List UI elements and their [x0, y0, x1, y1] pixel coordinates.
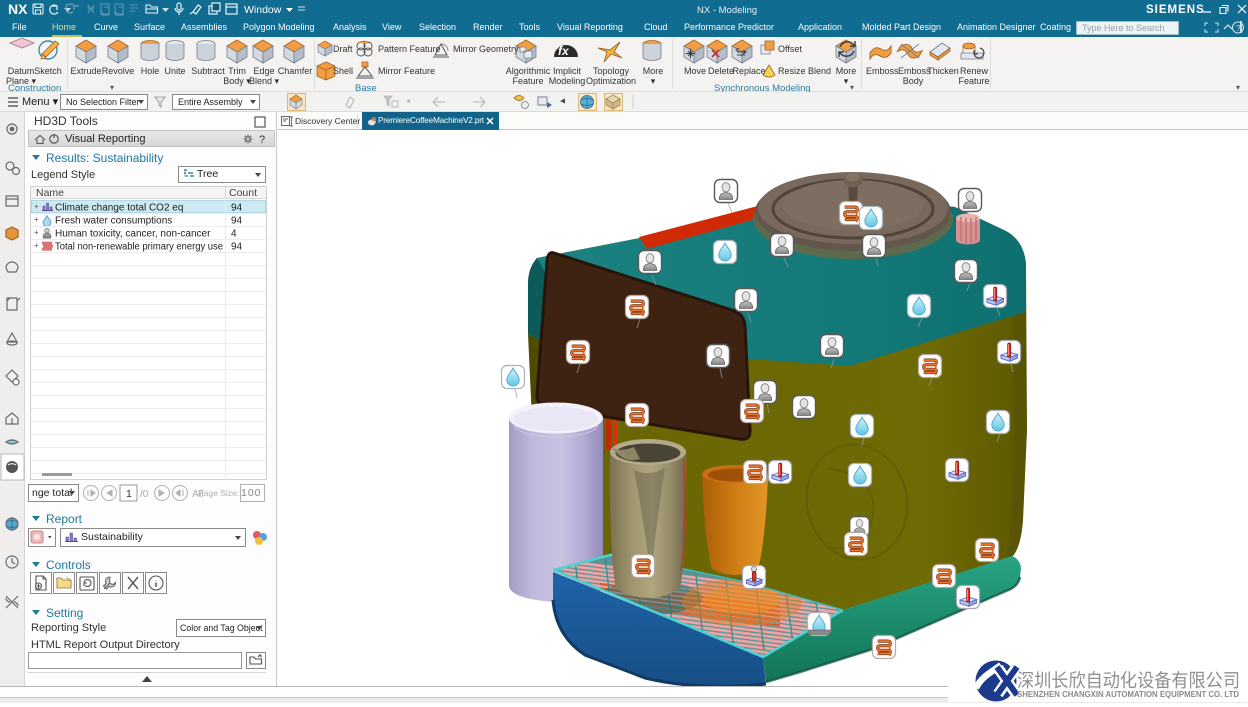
svg-text:?: ?	[259, 134, 265, 146]
svg-text:+: +	[34, 215, 39, 224]
svg-text:Climate change total CO2 eq: Climate change total CO2 eq	[55, 203, 183, 214]
svg-text:Total non-renewable primary en: Total non-renewable primary energy use	[55, 242, 223, 253]
svg-text:94: 94	[231, 216, 243, 227]
svg-text:fx: fx	[558, 44, 570, 58]
svg-text:94: 94	[231, 242, 243, 253]
svg-text:NX: NX	[8, 1, 28, 17]
svg-text:Fresh water consumptions: Fresh water consumptions	[55, 216, 172, 227]
svg-text:/0: /0	[140, 489, 149, 500]
svg-text:深圳长欣自动化设备有限公司: 深圳长欣自动化设备有限公司	[1017, 670, 1240, 691]
svg-text:+: +	[34, 228, 39, 237]
svg-text:1: 1	[126, 488, 132, 500]
svg-text:+: +	[34, 241, 39, 250]
svg-text:Window: Window	[244, 4, 282, 16]
svg-text:+: +	[34, 202, 39, 211]
svg-text:94: 94	[231, 203, 243, 214]
svg-text:SHENZHEN CHANGXIN AUTOMATION E: SHENZHEN CHANGXIN AUTOMATION EQUIPMENT C…	[1017, 689, 1239, 699]
svg-text:NX - Modeling: NX - Modeling	[697, 5, 757, 16]
svg-text:Human toxicity, cancer, non-ca: Human toxicity, cancer, non-cancer	[55, 229, 211, 240]
svg-text:4: 4	[231, 229, 237, 240]
svg-text:SIEMENS: SIEMENS	[1146, 4, 1205, 16]
